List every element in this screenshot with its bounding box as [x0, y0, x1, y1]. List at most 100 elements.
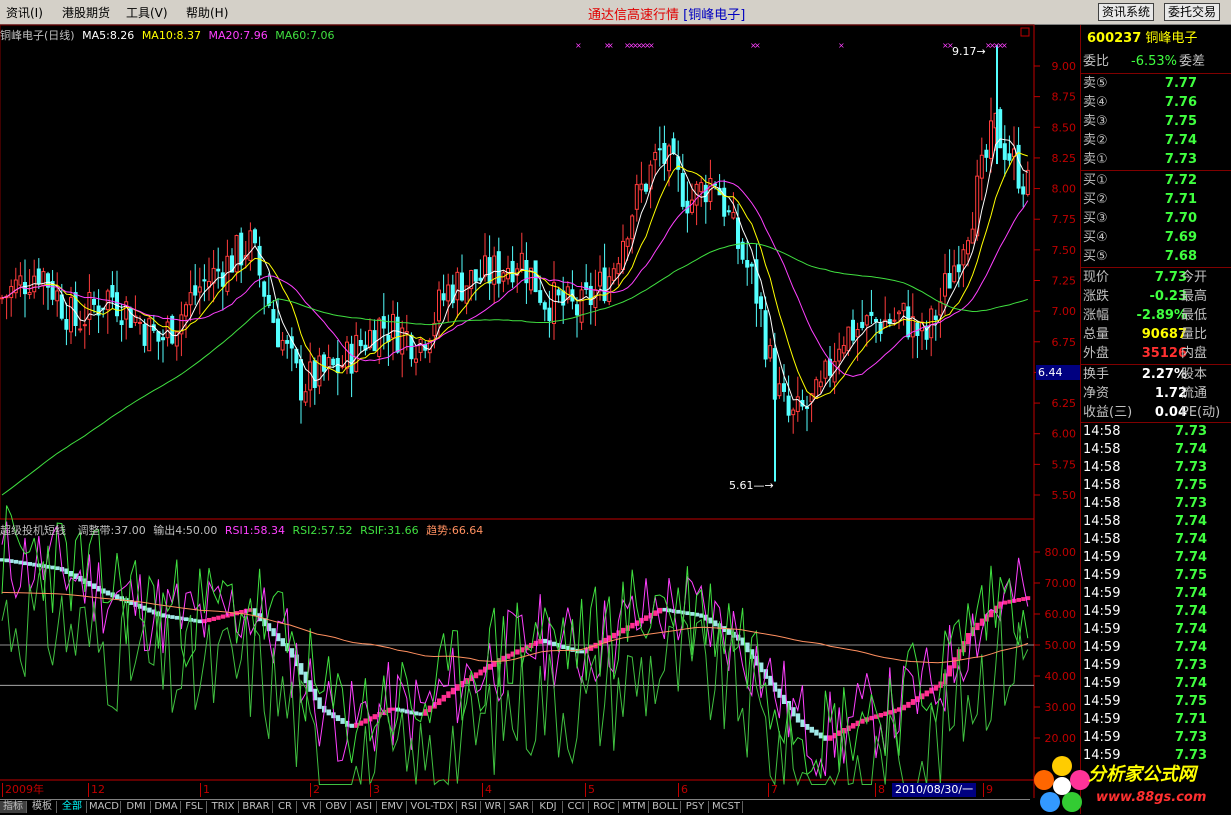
tick-price: 7.71 [1175, 712, 1208, 727]
indicator-tab[interactable]: DMI [122, 801, 151, 813]
indicator-tab[interactable]: DMA [152, 801, 181, 813]
trend-block [207, 617, 212, 623]
trend-block [910, 699, 916, 705]
x-axis-label: 2009年 [2, 783, 44, 797]
price-axis-tick: 7.25 [1052, 275, 1077, 288]
indicator-tab[interactable]: MTM [620, 801, 649, 813]
indicator-tab[interactable]: BOLL [650, 801, 681, 813]
candle-body [906, 306, 911, 338]
tick-time: 14:59 [1083, 658, 1121, 673]
quote-stat: 外盘 35126 内盘 [1083, 344, 1231, 363]
quote-stat-label2: 最高 [1181, 289, 1208, 304]
indicator-tab[interactable]: VR [298, 801, 321, 813]
ma10-line [1, 152, 1028, 399]
indicator-tab[interactable]: OBV [322, 801, 351, 813]
candle-body [69, 297, 73, 333]
quote-header: 600237 铜峰电子 [1087, 27, 1197, 46]
indicator-tab[interactable]: CCI [564, 801, 589, 813]
weibi-value: -6.53% [1131, 54, 1177, 69]
candle-body [639, 183, 644, 191]
indicator-tab[interactable]: BRAR [240, 801, 273, 813]
candle-body [998, 109, 1003, 149]
candle-body [220, 272, 225, 287]
trend-block [644, 615, 649, 621]
indicator-tab[interactable]: ROC [590, 801, 619, 813]
indicator-tab[interactable]: FSL [182, 801, 207, 813]
trend-block [4, 558, 9, 563]
candle-body [372, 330, 377, 352]
trend-block [55, 566, 60, 571]
quote-stat-label: 涨跌 [1083, 289, 1110, 304]
ma20-line [1, 180, 1029, 378]
indicator-tab[interactable]: 全部 [58, 801, 87, 813]
indicator-tab[interactable]: SAR [506, 801, 533, 813]
indicator-tab[interactable]: CR [274, 801, 297, 813]
indicator-tab[interactable]: MACD [88, 801, 121, 813]
indicator-tab[interactable]: PSY [682, 801, 709, 813]
trend-block [878, 713, 883, 718]
tick-time: 14:59 [1083, 730, 1121, 745]
indicator-tab[interactable]: TRIX [208, 801, 239, 813]
candle-body [1007, 153, 1012, 161]
trend-block [441, 694, 446, 702]
indicator-tab[interactable]: VOL-TDX [408, 801, 457, 813]
sell-level-label: 卖① [1083, 152, 1108, 167]
candle-body [276, 318, 280, 348]
indicator-tab[interactable]: 模板 [28, 801, 57, 813]
quote-stat-label: 涨幅 [1083, 308, 1110, 323]
watermark-url: www.88gs.com [1096, 790, 1207, 805]
x-axis-label: 1 [200, 783, 210, 797]
candle-body [552, 282, 556, 325]
indicator-tab[interactable]: WR [482, 801, 505, 813]
trade-button[interactable]: 委托交易 [1164, 3, 1221, 21]
indicator-axis-tick: 20.00 [1045, 732, 1077, 745]
candle-body [418, 338, 423, 353]
trend-block [924, 690, 929, 697]
tick-row: 14:59 7.75 [1083, 567, 1231, 585]
buy-level: 买① 7.72 [1083, 171, 1231, 190]
chart-area[interactable]: × ×× ××××××× ×× × ×× ××××× 9.008.758.508.258.0… [0, 0, 1080, 814]
indicator-tab[interactable]: ASI [352, 801, 377, 813]
tick-time: 14:59 [1083, 640, 1121, 655]
tick-row: 14:58 7.75 [1083, 477, 1231, 495]
tick-row: 14:58 7.74 [1083, 531, 1231, 549]
indicator-tab[interactable]: 指标 [0, 801, 27, 813]
candle-body [478, 277, 483, 281]
candle-body [598, 271, 602, 287]
sell-level: 卖③ 7.75 [1083, 112, 1231, 131]
x-axis-label: 5 [585, 783, 595, 797]
trend-block [50, 565, 55, 570]
candle-body [381, 316, 386, 329]
indicator-tab[interactable]: MCST [710, 801, 743, 813]
ma60-line [1, 242, 1028, 496]
x-axis-label: 6 [678, 783, 688, 797]
trend-block [745, 642, 750, 653]
price-axis-tick: 6.25 [1052, 397, 1077, 410]
indicator-tab[interactable]: RSI [458, 801, 481, 813]
buy-level-label: 买⑤ [1083, 249, 1108, 264]
signal-marker: × [607, 41, 614, 50]
tick-time: 14:58 [1083, 496, 1121, 511]
news-system-button[interactable]: 资讯系统 [1098, 3, 1155, 21]
candle-body [1016, 144, 1021, 189]
candle-body [27, 291, 32, 295]
candle-body [414, 358, 418, 363]
tick-time: 14:58 [1083, 460, 1121, 475]
trend-block [450, 687, 456, 695]
candle-body [634, 184, 639, 210]
candle-body [855, 329, 860, 338]
candle-body [542, 302, 547, 310]
high-price-mark: 9.17→ [952, 45, 986, 58]
candle-body [280, 339, 285, 351]
sell-level-value: 7.74 [1164, 133, 1197, 148]
indicator-param-output: 输出4:50.00 [153, 524, 218, 537]
tick-row: 14:59 7.74 [1083, 639, 1231, 657]
tick-time: 14:59 [1083, 676, 1121, 691]
candle-body [519, 252, 524, 271]
indicator-name[interactable]: 超级投机短线 [0, 524, 66, 537]
trend-block [800, 719, 805, 727]
indicator-tab[interactable]: KDJ [534, 801, 563, 813]
buy-level: 买④ 7.69 [1083, 228, 1231, 247]
buy-level-value: 7.69 [1164, 230, 1197, 245]
indicator-tab[interactable]: EMV [378, 801, 407, 813]
